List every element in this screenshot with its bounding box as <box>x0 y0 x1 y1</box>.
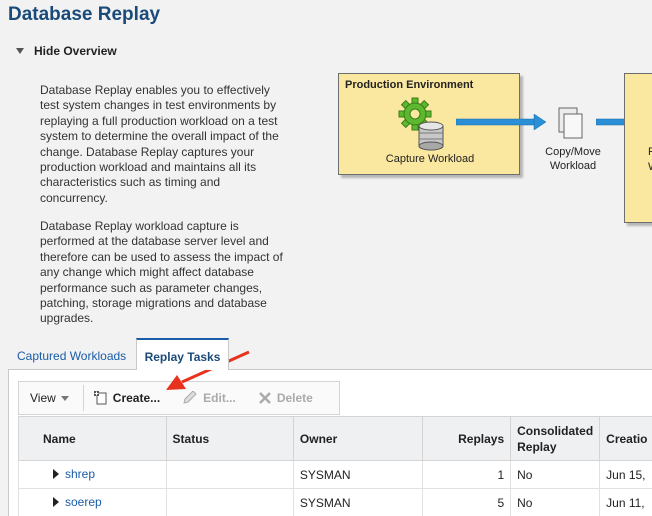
flow-arrow-1-icon <box>456 114 546 130</box>
tab-replay-tasks[interactable]: Replay Tasks <box>136 338 229 370</box>
delete-x-icon <box>258 392 271 404</box>
column-header-replays[interactable]: Replays <box>422 416 512 461</box>
test-box-text-1: P <box>648 146 652 158</box>
cell-consolidated: No <box>510 460 601 489</box>
chevron-down-icon <box>60 395 69 401</box>
create-icon <box>93 391 107 405</box>
table-row[interactable]: shrep SYSMAN 1 No Jun 15, <box>18 460 652 489</box>
create-button[interactable]: Create... <box>93 391 160 405</box>
cell-owner: SYSMAN <box>292 460 424 489</box>
test-box-text-2: W <box>648 161 652 173</box>
cell-replays: 1 <box>422 460 512 489</box>
table-row[interactable]: soerep SYSMAN 5 No Jun 11, <box>18 488 652 516</box>
column-header-owner[interactable]: Owner <box>292 416 424 461</box>
capture-workload-label: Capture Workload <box>385 153 475 165</box>
row-expand-toggle[interactable]: soerep <box>53 495 102 509</box>
capture-workload-icon <box>398 97 444 151</box>
column-header-status[interactable]: Status <box>165 416 294 461</box>
cell-status <box>165 460 294 489</box>
collapse-triangle-icon <box>16 48 24 54</box>
cell-creation: Jun 15, <box>599 460 652 489</box>
replay-task-link[interactable]: shrep <box>65 467 95 481</box>
expand-triangle-icon <box>53 497 59 507</box>
replay-task-link[interactable]: soerep <box>65 495 102 509</box>
cell-consolidated: No <box>510 488 601 516</box>
expand-triangle-icon <box>53 469 59 479</box>
column-header-creation[interactable]: Creatio <box>599 416 652 461</box>
test-environment-box: P W <box>624 73 652 223</box>
copy-workload-icon <box>558 107 583 139</box>
replay-tasks-table: Name Status Owner Replays Consolidated R… <box>18 416 652 516</box>
copy-move-workload-label: Copy/Move Workload <box>545 146 601 172</box>
column-header-name[interactable]: Name <box>18 416 167 461</box>
page-title: Database Replay <box>8 4 161 25</box>
cell-creation: Jun 11, <box>599 488 652 516</box>
overview-paragraph-2: Database Replay workload capture is perf… <box>40 219 283 326</box>
hide-overview-toggle[interactable]: Hide Overview <box>16 44 117 58</box>
delete-button[interactable]: Delete <box>258 391 313 405</box>
view-menu-button[interactable]: View <box>30 391 69 405</box>
cell-replays: 5 <box>422 488 512 516</box>
pencil-icon <box>183 391 197 404</box>
table-header-row: Name Status Owner Replays Consolidated R… <box>18 416 652 461</box>
tab-captured-workloads[interactable]: Captured Workloads <box>13 338 130 370</box>
row-expand-toggle[interactable]: shrep <box>53 467 95 481</box>
production-environment-title: Production Environment <box>345 79 474 91</box>
edit-button[interactable]: Edit... <box>182 391 236 405</box>
overview-paragraph-1: Database Replay enables you to effective… <box>40 83 279 205</box>
toolbar-divider <box>82 385 84 411</box>
cell-owner: SYSMAN <box>292 488 424 516</box>
column-header-consolidated-replay[interactable]: Consolidated Replay <box>510 416 601 461</box>
cell-status <box>165 488 294 516</box>
toolbar: View Create... Edit... Delete <box>18 381 340 415</box>
hide-overview-label: Hide Overview <box>34 44 117 58</box>
